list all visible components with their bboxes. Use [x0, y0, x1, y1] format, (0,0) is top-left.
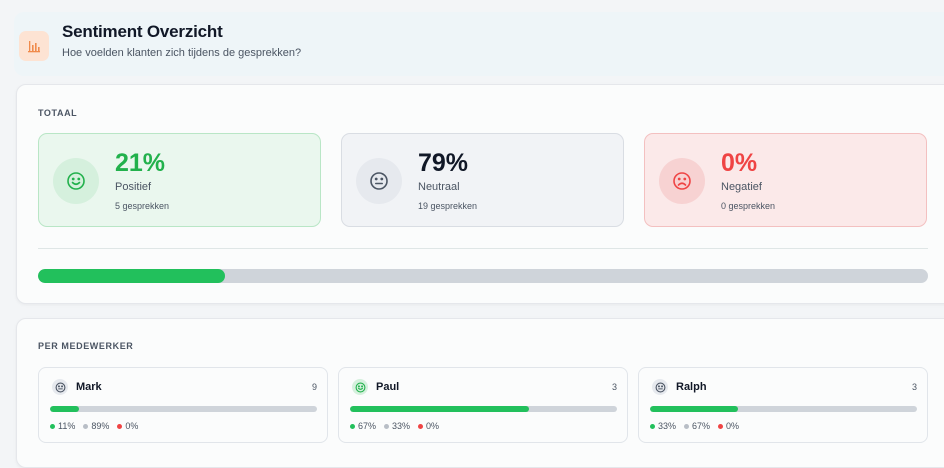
neutral-label: Neutraal [418, 181, 460, 193]
header: Sentiment Overzicht Hoe voelden klanten … [14, 12, 944, 76]
page-title: Sentiment Overzicht [62, 21, 223, 41]
employee-count: 3 [911, 382, 917, 392]
negative-dot [418, 423, 424, 429]
negative-count: 0 gesprekken [721, 201, 776, 211]
employee-name: Paul [376, 381, 400, 393]
page-subtitle: Hoe voelden klanten zich tijdens de gesp… [62, 46, 302, 59]
employee-sentiment-bar [350, 406, 617, 412]
neutral-percent: 67% [692, 421, 711, 431]
employee-card-ralph[interactable]: Ralph 3 33% 67% 0% [638, 367, 928, 443]
negative-dot [117, 423, 123, 429]
neutral-count: 19 gesprekken [418, 201, 478, 211]
positive-percent: 21% [115, 149, 166, 177]
employee-card-mark[interactable]: Mark 9 11% 89% 0% [38, 367, 328, 443]
negative-percent: 0% [426, 421, 440, 431]
smile-icon [53, 158, 99, 204]
positive-count: 5 gesprekken [115, 201, 170, 211]
total-positive-fill [38, 269, 225, 283]
negative-percent: 0% [125, 421, 139, 431]
positive-percent: 33% [658, 421, 677, 431]
neutral-percent: 89% [91, 421, 110, 431]
employee-name: Mark [76, 381, 102, 393]
negative-label: Negatief [721, 181, 762, 193]
positive-dot [50, 423, 55, 429]
negative-dot [718, 423, 724, 429]
per-medewerker-label: PER MEDEWERKER [38, 341, 134, 351]
neutral-face-icon [652, 379, 668, 395]
employee-stats: 33% 67% 0% [650, 421, 747, 431]
total-sentiment-bar [38, 269, 928, 283]
neutral-dot [684, 423, 690, 429]
neutral-face-icon [52, 379, 68, 395]
employee-stats: 67% 33% 0% [350, 421, 447, 431]
employee-stats: 11% 89% 0% [50, 421, 146, 431]
employee-name: Ralph [676, 381, 707, 393]
positive-percent: 11% [58, 421, 76, 431]
totaal-card: TOTAAL 21% Positief 5 gesprekken 79% Neu… [16, 84, 944, 304]
positive-percent: 67% [358, 421, 377, 431]
employee-sentiment-bar [650, 406, 917, 412]
positive-stat: 21% Positief 5 gesprekken [38, 133, 321, 227]
neutral-stat: 79% Neutraal 19 gesprekken [341, 133, 624, 227]
employee-count: 3 [611, 382, 617, 392]
per-medewerker-card: PER MEDEWERKER Mark 9 11% 89% 0% Paul 3 … [16, 318, 944, 468]
totaal-label: TOTAAL [38, 108, 78, 118]
employee-count: 9 [311, 382, 317, 392]
neutral-dot [83, 423, 89, 429]
positive-label: Positief [115, 181, 152, 193]
employee-sentiment-bar [50, 406, 317, 412]
neutral-face-icon [356, 158, 402, 204]
employee-positive-fill [350, 406, 529, 412]
employee-positive-fill [50, 406, 80, 412]
employee-card-paul[interactable]: Paul 3 67% 33% 0% [338, 367, 628, 443]
negative-stat: 0% Negatief 0 gesprekken [644, 133, 927, 227]
employee-positive-fill [650, 406, 739, 412]
negative-percent: 0% [721, 149, 758, 177]
positive-dot [650, 423, 655, 429]
neutral-percent: 79% [418, 149, 469, 177]
bar-chart-icon [19, 31, 49, 61]
neutral-dot [384, 423, 390, 429]
neutral-percent: 33% [392, 421, 411, 431]
smile-icon [352, 379, 368, 395]
divider [38, 248, 928, 249]
frown-icon [659, 158, 705, 204]
positive-dot [350, 423, 355, 429]
negative-percent: 0% [726, 421, 740, 431]
